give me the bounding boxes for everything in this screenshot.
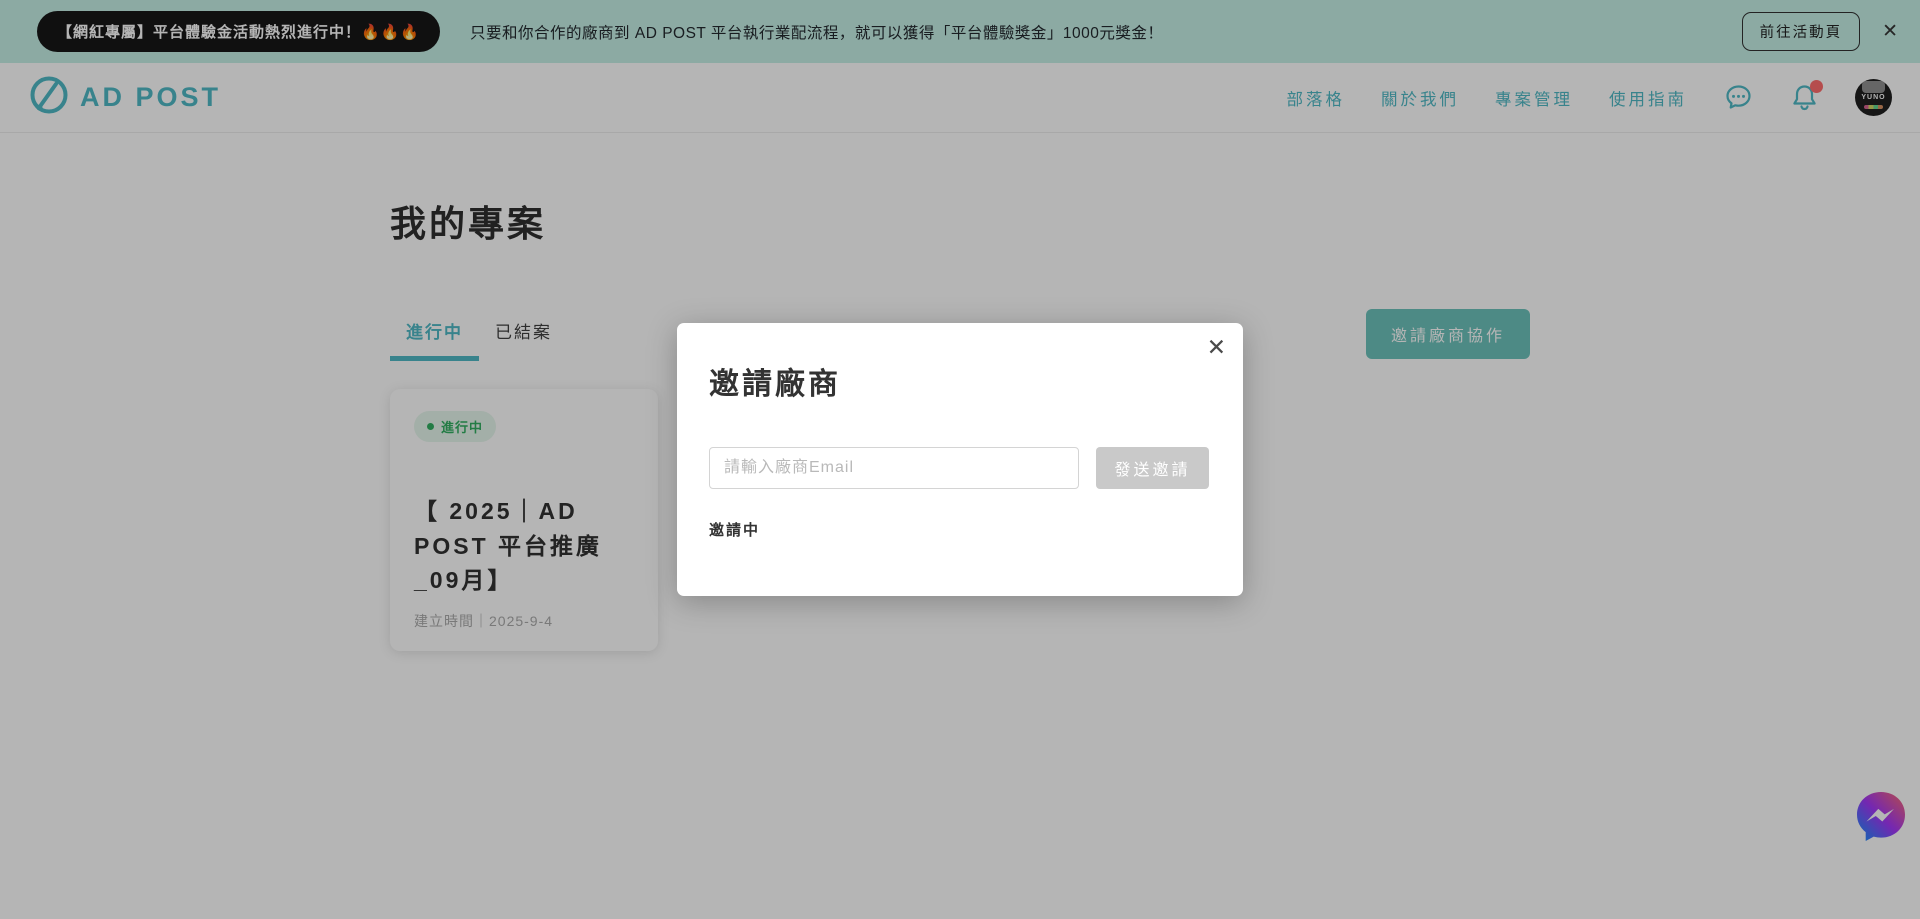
modal-close-icon[interactable]: ✕ [1207, 336, 1226, 359]
send-invite-button[interactable]: 發送邀請 [1096, 447, 1209, 489]
invite-form: 發送邀請 [709, 447, 1211, 489]
modal-title: 邀請廠商 [709, 368, 841, 401]
vendor-email-input[interactable] [709, 447, 1079, 489]
inviting-section-label: 邀請中 [709, 522, 761, 539]
invite-vendor-modal: ✕ 邀請廠商 發送邀請 邀請中 [677, 323, 1243, 596]
